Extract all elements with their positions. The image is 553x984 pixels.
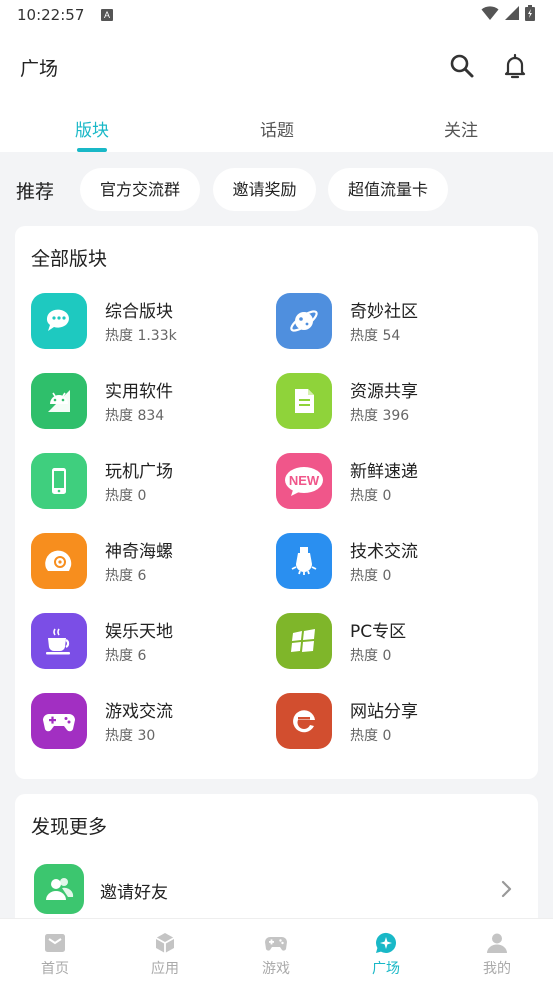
svg-text:NEW: NEW: [289, 473, 320, 488]
phone-icon: [31, 453, 87, 509]
android-icon: [31, 373, 87, 429]
board-heat: 热度 0: [350, 648, 392, 664]
lightbulb-icon: [276, 533, 332, 589]
wifi-icon: [481, 6, 499, 20]
page-title: 广场: [20, 58, 59, 80]
board-item[interactable]: NEW 新鲜速递 热度 0: [276, 453, 516, 511]
discover-more-title: 发现更多: [31, 816, 108, 838]
board-heat: 热度 54: [350, 328, 401, 344]
board-name: 玩机广场: [105, 462, 173, 482]
board-name: 综合版块: [105, 302, 173, 322]
board-heat: 热度 30: [105, 728, 156, 744]
board-name: 神奇海螺: [105, 542, 173, 562]
search-icon: [450, 54, 474, 78]
board-name: 资源共享: [350, 382, 418, 402]
home-icon: [45, 934, 65, 952]
nav-home[interactable]: 首页: [0, 919, 110, 984]
board-heat: 热度 396: [350, 408, 410, 424]
discover-more-card: 发现更多 邀请好友: [15, 794, 538, 934]
chat-bubbles-icon: [31, 293, 87, 349]
board-item[interactable]: 资源共享 热度 396: [276, 373, 516, 431]
signal-icon: [505, 6, 519, 20]
bottom-navigation: 首页 应用 游戏 广场 我的: [0, 918, 553, 984]
nav-me[interactable]: 我的: [442, 919, 552, 984]
board-name: 娱乐天地: [105, 622, 173, 642]
gamepad-icon: [31, 693, 87, 749]
board-name: 新鲜速递: [350, 462, 418, 482]
nav-label: 应用: [151, 961, 179, 977]
nav-label: 游戏: [262, 961, 290, 977]
recommend-label: 推荐: [16, 181, 55, 203]
notifications-button[interactable]: [501, 52, 529, 80]
board-name: PC专区: [350, 622, 407, 642]
board-item[interactable]: 娱乐天地 热度 6: [31, 613, 271, 671]
board-item[interactable]: 技术交流 热度 0: [276, 533, 516, 591]
board-name: 实用软件: [105, 382, 173, 402]
nav-square[interactable]: 广场: [331, 919, 441, 984]
board-heat: 热度 0: [350, 488, 392, 504]
bell-icon: [504, 53, 526, 79]
board-name: 网站分享: [350, 702, 418, 722]
tab-following[interactable]: 关注: [411, 116, 511, 141]
status-time: 10:22:57: [17, 6, 85, 24]
all-boards-title: 全部版块: [31, 248, 108, 270]
board-name: 技术交流: [350, 542, 418, 562]
shell-icon: [31, 533, 87, 589]
invite-friends-label: 邀请好友: [100, 883, 168, 903]
chevron-right-icon: [501, 880, 512, 898]
chip-official-group[interactable]: 官方交流群: [80, 168, 200, 211]
document-icon: [276, 373, 332, 429]
board-item[interactable]: 网站分享 热度 0: [276, 693, 516, 751]
nav-label: 广场: [372, 961, 400, 977]
nav-label: 首页: [41, 961, 69, 977]
gamepad-icon: [265, 937, 287, 951]
tab-bar: 版块 话题 关注: [0, 102, 553, 152]
chip-invite-reward[interactable]: 邀请奖励: [213, 168, 316, 211]
board-item[interactable]: 奇妙社区 热度 54: [276, 293, 516, 351]
board-heat: 热度 6: [105, 648, 147, 664]
nav-label: 我的: [483, 961, 511, 977]
board-item[interactable]: 实用软件 热度 834: [31, 373, 271, 431]
person-icon: [487, 933, 507, 953]
square-chat-icon: [375, 932, 396, 953]
status-bar: 10:22:57 A: [0, 0, 553, 30]
board-heat: 热度 0: [350, 728, 392, 744]
board-heat: 热度 834: [105, 408, 165, 424]
nav-games[interactable]: 游戏: [221, 919, 331, 984]
board-item[interactable]: 综合版块 热度 1.33k: [31, 293, 271, 351]
board-heat: 热度 0: [105, 488, 147, 504]
board-item[interactable]: PC专区 热度 0: [276, 613, 516, 671]
active-tab-indicator: [77, 148, 107, 152]
browser-e-icon: [276, 693, 332, 749]
system-icons: [481, 5, 535, 21]
battery-icon: [525, 5, 535, 21]
chip-data-card[interactable]: 超值流量卡: [328, 168, 448, 211]
board-heat: 热度 1.33k: [105, 328, 177, 344]
invite-friends-row[interactable]: 邀请好友: [15, 864, 538, 914]
new-badge-icon: NEW: [276, 453, 332, 509]
recommend-row: 推荐 官方交流群 邀请奖励 超值流量卡: [0, 166, 553, 212]
planet-icon: [276, 293, 332, 349]
app-bar: 广场: [0, 30, 553, 102]
board-heat: 热度 6: [105, 568, 147, 584]
board-name: 游戏交流: [105, 702, 173, 722]
board-item[interactable]: 神奇海螺 热度 6: [31, 533, 271, 591]
nav-apps[interactable]: 应用: [110, 919, 220, 984]
board-item[interactable]: 游戏交流 热度 30: [31, 693, 271, 751]
board-name: 奇妙社区: [350, 302, 418, 322]
windows-icon: [276, 613, 332, 669]
invite-friends-icon: [34, 864, 84, 914]
search-button[interactable]: [448, 52, 476, 80]
tab-boards[interactable]: 版块: [42, 116, 142, 141]
tab-topics[interactable]: 话题: [227, 116, 327, 141]
board-heat: 热度 0: [350, 568, 392, 584]
all-boards-card: 全部版块 综合版块 热度 1.33k 奇妙社区 热度 54 实用软件 热度 83…: [15, 226, 538, 779]
notification-a-icon: A: [101, 9, 113, 21]
coffee-cup-icon: [31, 613, 87, 669]
box-icon: [155, 933, 175, 953]
board-item[interactable]: 玩机广场 热度 0: [31, 453, 271, 511]
